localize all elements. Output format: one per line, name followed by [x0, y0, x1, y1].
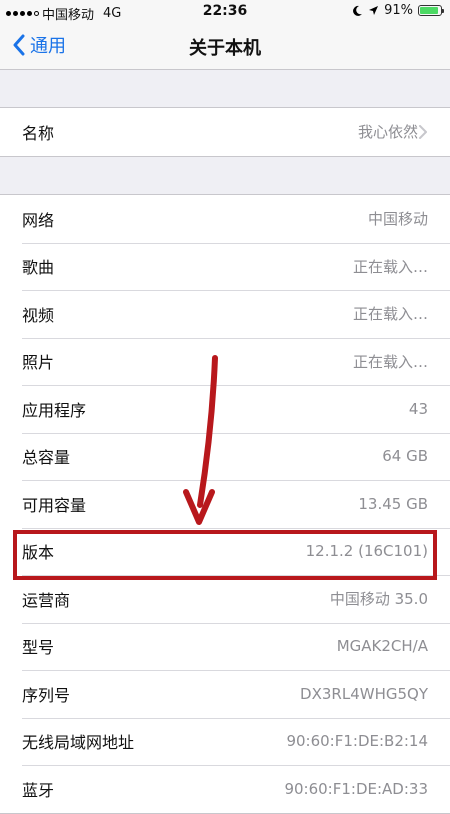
info-row-label: 无线局域网地址 [22, 733, 135, 753]
info-row: 蓝牙 90:60:F1:DE:AD:33 [0, 765, 450, 813]
info-row-value: DX3RL4WHG5QY [300, 684, 428, 703]
info-row: 照片 正在载入… [0, 337, 450, 386]
info-row-value: MGAK2CH/A [336, 637, 428, 656]
battery-percent: 91% [384, 3, 413, 18]
info-row-value: 43 [408, 399, 428, 418]
info-row-value: 90:60:F1:DE:B2:14 [286, 732, 428, 751]
info-row: 总容量 64 GB [0, 432, 450, 481]
location-arrow-icon [369, 6, 379, 15]
info-row: 版本 12.1.2 (16C101) [0, 527, 450, 576]
name-row[interactable]: 名称 我心依然 [0, 108, 450, 156]
chevron-right-icon [419, 124, 427, 139]
name-value: 我心依然 [357, 123, 418, 142]
info-row: 视频 正在载入… [0, 290, 450, 338]
info-row-label: 网络 [22, 210, 55, 230]
info-row: 网络 中国移动 [0, 195, 450, 243]
info-row: 无线局域网地址 90:60:F1:DE:B2:14 [0, 717, 450, 766]
page-title: 关于本机 [189, 38, 261, 59]
info-row-label: 版本 [22, 543, 55, 563]
info-row: 应用程序 43 [0, 385, 450, 433]
battery-level [420, 7, 439, 14]
navigation-bar: 通用 关于本机 [0, 24, 450, 70]
info-row-label: 型号 [22, 638, 55, 658]
info-row-label: 应用程序 [22, 400, 87, 420]
info-row: 可用容量 13.45 GB [0, 480, 450, 528]
info-row-value: 正在载入… [352, 257, 428, 276]
info-row-label: 视频 [22, 305, 55, 325]
battery-icon [418, 5, 444, 16]
moon-icon [353, 5, 363, 16]
info-row-label: 序列号 [22, 685, 71, 705]
info-row-label: 照片 [22, 353, 55, 373]
status-bar: 中国移动 4G 22:36 91% [0, 0, 450, 24]
info-row-label: 总容量 [22, 448, 71, 468]
info-row-value: 正在载入… [352, 305, 428, 324]
status-right: 91% [351, 3, 444, 18]
name-group: 名称 我心依然 [0, 107, 450, 157]
info-row: 型号 MGAK2CH/A [0, 622, 450, 671]
info-row-label: 可用容量 [22, 495, 87, 515]
info-row: 运营商 中国移动 35.0 [0, 575, 450, 623]
info-row-value: 12.1.2 (16C101) [305, 542, 428, 561]
info-group: 网络 中国移动 歌曲 正在载入… 视频 正在载入… 照片 正在载入… 应用程序 43 总容量 64 G… [0, 194, 450, 814]
info-row: 序列号 DX3RL4WHG5QY [0, 670, 450, 718]
info-row-value: 64 GB [382, 447, 428, 466]
info-row-label: 歌曲 [22, 258, 55, 278]
info-row-value: 90:60:F1:DE:AD:33 [284, 779, 428, 798]
info-row-value: 正在载入… [352, 352, 428, 371]
info-row-label: 蓝牙 [22, 780, 55, 800]
info-row-value: 中国移动 35.0 [329, 590, 428, 609]
info-row-value: 中国移动 [367, 210, 428, 229]
info-row-value: 13.45 GB [358, 494, 428, 513]
info-row: 歌曲 正在载入… [0, 242, 450, 291]
info-row-label: 运营商 [22, 590, 71, 610]
name-label: 名称 [22, 123, 55, 143]
